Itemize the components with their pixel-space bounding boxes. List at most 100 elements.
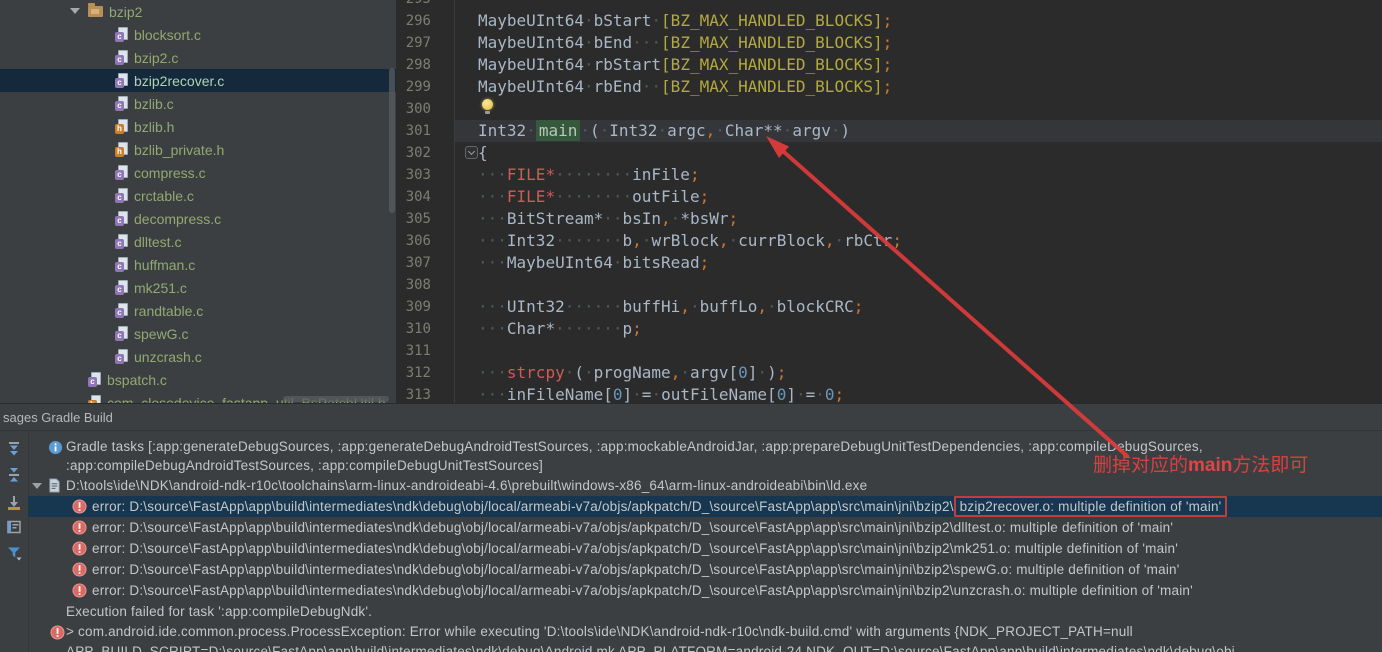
code-editor[interactable]: 295 296 MaybeUInt64·bStart·[BZ_MAX_HANDLED… xyxy=(396,0,1382,403)
tree-item-label: blocksort.c xyxy=(134,26,201,43)
code-text: MaybeUInt64·rbStart[BZ_MAX_HANDLED_BLOCK… xyxy=(478,55,893,74)
code-line-296[interactable]: 296 MaybeUInt64·bStart·[BZ_MAX_HANDLED_BL… xyxy=(396,10,1382,32)
code-text: ···FILE*········inFile; xyxy=(478,165,700,184)
project-tree[interactable]: bzip2 c blocksort.c c bzip2.c c bzip2recover.c… xyxy=(0,0,396,403)
build-linker-row[interactable]: D:\tools\ide\NDK\android-ndk-r10c\toolch… xyxy=(28,475,1382,496)
code-line-312[interactable]: 312 ···strcpy·(·progName,·argv[0]·); xyxy=(396,362,1382,384)
tree-item-blocksort.c[interactable]: c blocksort.c xyxy=(0,23,396,46)
build-error-row-5[interactable]: error: D:\source\FastApp\app\build\inter… xyxy=(28,580,1382,601)
tree-item-bzip2recover.c[interactable]: c bzip2recover.c xyxy=(0,69,396,92)
c-file-icon: c xyxy=(115,326,128,341)
export-icon[interactable] xyxy=(6,495,22,511)
expand-all-icon[interactable] xyxy=(6,441,22,457)
line-number: 307 xyxy=(405,255,431,271)
tree-item-dlltest.c[interactable]: c dlltest.c xyxy=(0,230,396,253)
c-file-icon: c xyxy=(115,234,128,249)
code-line-303[interactable]: 303 ···FILE*········inFile; xyxy=(396,164,1382,186)
tree-item-bzlib_private.h[interactable]: h bzlib_private.h xyxy=(0,138,396,161)
build-exception-row-1[interactable]: > com.android.ide.common.process.Process… xyxy=(28,622,1382,642)
c-file-icon: c xyxy=(115,96,128,111)
tree-item-huffman.c[interactable]: c huffman.c xyxy=(0,253,396,276)
filter-icon[interactable] xyxy=(6,545,22,561)
build-panel-title: sages Gradle Build xyxy=(0,404,1382,431)
code-text: { xyxy=(478,143,488,162)
tree-item-crctable.c[interactable]: c crctable.c xyxy=(0,184,396,207)
line-number: 299 xyxy=(405,79,431,95)
code-line-307[interactable]: 307 ···MaybeUInt64·bitsRead; xyxy=(396,252,1382,274)
tree-item-label: bzip2recover.c xyxy=(134,72,225,89)
build-error-row-4[interactable]: error: D:\source\FastApp\app\build\inter… xyxy=(28,559,1382,580)
tree-item-bzlib.c[interactable]: c bzlib.c xyxy=(0,92,396,115)
build-execution-failed-row[interactable]: Execution failed for task ':app:compileD… xyxy=(28,601,1382,622)
intention-bulb-icon[interactable] xyxy=(482,99,493,114)
build-info-line-2[interactable]: :app:compileDebugAndroidTestSources, :ap… xyxy=(28,456,1382,475)
code-line-298[interactable]: 298 MaybeUInt64·rbStart[BZ_MAX_HANDLED_BL… xyxy=(396,54,1382,76)
folder-icon xyxy=(88,3,103,17)
ide-window: bzip2 c blocksort.c c bzip2.c c bzip2recover.c… xyxy=(0,0,1382,652)
tree-item-label: bzlib_private.h xyxy=(134,141,225,158)
error-tail: spewG.o: multiple definition of 'main' xyxy=(953,562,1180,577)
code-line-306[interactable]: 306 ···Int32·······b,·wrBlock,·currBlock,… xyxy=(396,230,1382,252)
code-line-299[interactable]: 299 MaybeUInt64·rbEnd··[BZ_MAX_HANDLED_BL… xyxy=(396,76,1382,98)
error-icon xyxy=(72,541,87,556)
line-number: 298 xyxy=(405,57,431,73)
error-text: error: D:\source\FastApp\app\build\inter… xyxy=(28,496,1228,517)
c-file-icon: c xyxy=(115,27,128,42)
c-file-icon: c xyxy=(115,303,128,318)
code-text: ···Int32·······b,·wrBlock,·currBlock,·rb… xyxy=(478,231,902,250)
h-file-icon: h xyxy=(88,395,101,403)
tree-item-bspatch.c[interactable]: c bspatch.c xyxy=(0,368,396,391)
tree-item-compress.c[interactable]: c compress.c xyxy=(0,161,396,184)
code-line-310[interactable]: 310 ···Char*·······p; xyxy=(396,318,1382,340)
tree-item-randtable.c[interactable]: c randtable.c xyxy=(0,299,396,322)
tree-item-mk251.c[interactable]: c mk251.c xyxy=(0,276,396,299)
tree-item-label: decompress.c xyxy=(134,210,222,227)
code-line-309[interactable]: 309 ···UInt32······buffHi,·buffLo,·blockC… xyxy=(396,296,1382,318)
linker-path-text: D:\tools\ide\NDK\android-ndk-r10c\toolch… xyxy=(66,478,868,493)
code-text: ···strcpy·(·progName,·argv[0]·); xyxy=(478,363,787,382)
build-info-line-1[interactable]: Gradle tasks [:app:generateDebugSources,… xyxy=(28,437,1382,456)
code-line-308[interactable]: 308 xyxy=(396,274,1382,296)
code-line-297[interactable]: 297 MaybeUInt64·bEnd···[BZ_MAX_HANDLED_BL… xyxy=(396,32,1382,54)
code-text: ···FILE*········outFile; xyxy=(478,187,710,206)
code-line-304[interactable]: 304 ···FILE*········outFile; xyxy=(396,186,1382,208)
collapse-all-icon[interactable] xyxy=(6,467,22,483)
tree-item-label: bzip2.c xyxy=(134,49,179,66)
c-file-icon: c xyxy=(115,73,128,88)
line-number: 308 xyxy=(405,277,431,293)
code-text: ···Char*·······p; xyxy=(478,319,642,338)
code-text: ···UInt32······buffHi,·buffLo,·blockCRC; xyxy=(478,297,864,316)
build-error-row-3[interactable]: error: D:\source\FastApp\app\build\inter… xyxy=(28,538,1382,559)
code-line-311[interactable]: 311 xyxy=(396,340,1382,362)
show-console-icon[interactable] xyxy=(6,519,22,535)
code-line-302[interactable]: 302 { xyxy=(396,142,1382,164)
build-error-row-2[interactable]: error: D:\source\FastApp\app\build\inter… xyxy=(28,517,1382,538)
code-text: MaybeUInt64·bStart·[BZ_MAX_HANDLED_BLOCK… xyxy=(478,11,893,30)
tree-item-spewG.c[interactable]: c spewG.c xyxy=(0,322,396,345)
tree-item-bzip2[interactable]: bzip2 xyxy=(0,0,396,23)
code-text: ···inFileName[0]·=·outFileName[0]·=·0; xyxy=(478,385,845,403)
tree-horizontal-scrollbar[interactable] xyxy=(283,396,389,402)
expand-node-arrow-icon[interactable] xyxy=(32,483,42,489)
tree-vertical-scrollbar[interactable] xyxy=(389,68,395,213)
code-line-295[interactable]: 295 xyxy=(396,0,1382,10)
error-text: error: D:\source\FastApp\app\build\inter… xyxy=(92,520,1174,535)
code-line-313[interactable]: 313 ···inFileName[0]·=·outFileName[0]·=·0… xyxy=(396,384,1382,403)
code-line-300[interactable]: 300 xyxy=(396,98,1382,120)
tree-expand-arrow-icon[interactable] xyxy=(70,8,80,14)
build-exception-row-2[interactable]: APP_BUILD_SCRIPT=D:\source\FastApp\app\b… xyxy=(28,642,1382,652)
tree-item-decompress.c[interactable]: c decompress.c xyxy=(0,207,396,230)
error-text: error: D:\source\FastApp\app\build\inter… xyxy=(92,583,1193,598)
tree-item-bzlib.h[interactable]: h bzlib.h xyxy=(0,115,396,138)
code-fold-icon[interactable] xyxy=(465,146,478,159)
code-line-305[interactable]: 305 ···BitStream*··bsIn,·*bsWr; xyxy=(396,208,1382,230)
build-error-row-1[interactable]: error: D:\source\FastApp\app\build\inter… xyxy=(28,496,1382,517)
code-text: ···MaybeUInt64·bitsRead; xyxy=(478,253,710,272)
log-file-icon xyxy=(49,478,60,493)
tree-item-bzip2.c[interactable]: c bzip2.c xyxy=(0,46,396,69)
code-line-301[interactable]: 301 Int32· main ·(·Int32·argc,·Char**·argv·… xyxy=(396,120,1382,142)
h-file-icon: h xyxy=(115,142,128,157)
line-number: 312 xyxy=(405,365,431,381)
tree-item-unzcrash.c[interactable]: c unzcrash.c xyxy=(0,345,396,368)
line-number: 297 xyxy=(405,35,431,51)
